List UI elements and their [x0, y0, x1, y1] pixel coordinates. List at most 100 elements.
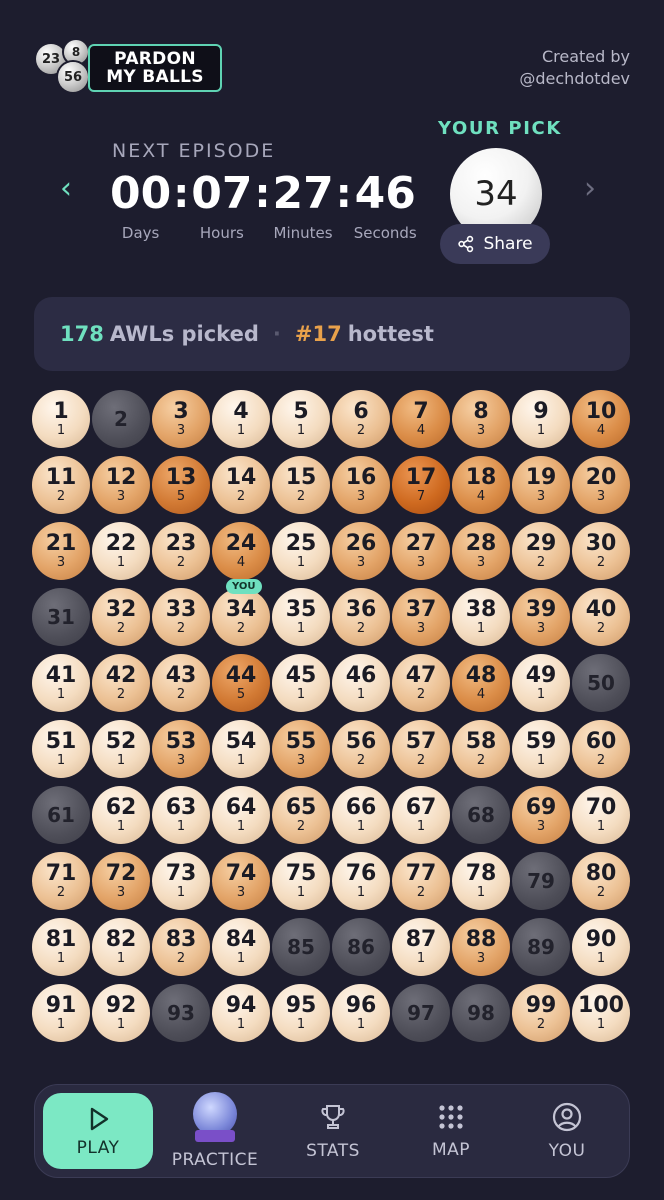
number-ball-94[interactable]: 94 1 [212, 984, 270, 1042]
number-ball-95[interactable]: 95 1 [272, 984, 330, 1042]
number-ball-55[interactable]: 55 3 [272, 720, 330, 778]
number-ball-19[interactable]: 19 3 [512, 456, 570, 514]
number-ball-38[interactable]: 38 1 [452, 588, 510, 646]
number-ball-74[interactable]: 74 3 [212, 852, 270, 910]
number-ball-25[interactable]: 25 1 [272, 522, 330, 580]
nav-stats[interactable]: STATS [283, 1085, 383, 1177]
number-ball-70[interactable]: 70 1 [572, 786, 630, 844]
number-ball-9[interactable]: 91 [512, 390, 570, 448]
number-ball-88[interactable]: 88 3 [452, 918, 510, 976]
number-ball-53[interactable]: 53 3 [152, 720, 210, 778]
number-ball-45[interactable]: 45 1 [272, 654, 330, 712]
number-ball-11[interactable]: 11 2 [32, 456, 90, 514]
number-ball-18[interactable]: 18 4 [452, 456, 510, 514]
number-ball-13[interactable]: 13 5 [152, 456, 210, 514]
number-ball-49[interactable]: 49 1 [512, 654, 570, 712]
number-ball-100[interactable]: 100 1 [572, 984, 630, 1042]
author-handle-link[interactable]: @dechdotdev [519, 68, 630, 90]
number-ball-98[interactable]: 98 [452, 984, 510, 1042]
share-button[interactable]: Share [440, 224, 550, 264]
number-ball-73[interactable]: 73 1 [152, 852, 210, 910]
chevron-right-icon[interactable]: › [584, 174, 596, 204]
number-ball-51[interactable]: 51 1 [32, 720, 90, 778]
number-ball-44[interactable]: 44 5 [212, 654, 270, 712]
number-ball-42[interactable]: 42 2 [92, 654, 150, 712]
number-ball-68[interactable]: 68 [452, 786, 510, 844]
number-ball-6[interactable]: 62 [332, 390, 390, 448]
number-ball-50[interactable]: 50 [572, 654, 630, 712]
number-ball-37[interactable]: 37 3 [392, 588, 450, 646]
number-ball-57[interactable]: 57 2 [392, 720, 450, 778]
number-ball-10[interactable]: 10 4 [572, 390, 630, 448]
app-logo[interactable]: 23 8 56 PARDON MY BALLS [36, 40, 222, 92]
number-ball-39[interactable]: 39 3 [512, 588, 570, 646]
number-ball-77[interactable]: 77 2 [392, 852, 450, 910]
number-ball-78[interactable]: 78 1 [452, 852, 510, 910]
number-ball-63[interactable]: 63 1 [152, 786, 210, 844]
number-ball-86[interactable]: 86 [332, 918, 390, 976]
number-ball-17[interactable]: 17 7 [392, 456, 450, 514]
number-ball-15[interactable]: 15 2 [272, 456, 330, 514]
number-ball-33[interactable]: 33 2 [152, 588, 210, 646]
number-ball-36[interactable]: 36 2 [332, 588, 390, 646]
number-ball-64[interactable]: 64 1 [212, 786, 270, 844]
number-ball-31[interactable]: 31 [32, 588, 90, 646]
number-ball-27[interactable]: 27 3 [392, 522, 450, 580]
number-ball-35[interactable]: 35 1 [272, 588, 330, 646]
number-ball-65[interactable]: 65 2 [272, 786, 330, 844]
number-ball-48[interactable]: 48 4 [452, 654, 510, 712]
number-ball-46[interactable]: 46 1 [332, 654, 390, 712]
number-ball-34[interactable]: 34 2 [212, 588, 270, 646]
number-ball-71[interactable]: 71 2 [32, 852, 90, 910]
number-ball-97[interactable]: 97 [392, 984, 450, 1042]
number-ball-26[interactable]: 26 3 [332, 522, 390, 580]
number-ball-66[interactable]: 66 1 [332, 786, 390, 844]
number-ball-58[interactable]: 58 2 [452, 720, 510, 778]
number-ball-59[interactable]: 59 1 [512, 720, 570, 778]
number-ball-69[interactable]: 69 3 [512, 786, 570, 844]
number-ball-84[interactable]: 84 1 [212, 918, 270, 976]
number-ball-3[interactable]: 33 [152, 390, 210, 448]
number-ball-29[interactable]: 29 2 [512, 522, 570, 580]
number-ball-7[interactable]: 74 [392, 390, 450, 448]
number-ball-21[interactable]: 21 3 [32, 522, 90, 580]
number-ball-54[interactable]: 54 1 [212, 720, 270, 778]
nav-you[interactable]: YOU [517, 1085, 617, 1177]
number-ball-75[interactable]: 75 1 [272, 852, 330, 910]
number-ball-32[interactable]: 32 2 [92, 588, 150, 646]
number-ball-76[interactable]: 76 1 [332, 852, 390, 910]
nav-map[interactable]: MAP [401, 1085, 501, 1177]
number-ball-5[interactable]: 51 [272, 390, 330, 448]
number-ball-16[interactable]: 16 3 [332, 456, 390, 514]
number-ball-82[interactable]: 82 1 [92, 918, 150, 976]
number-ball-91[interactable]: 91 1 [32, 984, 90, 1042]
number-ball-85[interactable]: 85 [272, 918, 330, 976]
number-ball-24[interactable]: 24 4 [212, 522, 270, 580]
number-ball-43[interactable]: 43 2 [152, 654, 210, 712]
chevron-left-icon[interactable]: ‹ [60, 174, 72, 204]
number-ball-72[interactable]: 72 3 [92, 852, 150, 910]
number-ball-83[interactable]: 83 2 [152, 918, 210, 976]
number-ball-28[interactable]: 28 3 [452, 522, 510, 580]
number-ball-81[interactable]: 81 1 [32, 918, 90, 976]
number-ball-22[interactable]: 22 1 [92, 522, 150, 580]
number-ball-2[interactable]: 2 [92, 390, 150, 448]
number-ball-99[interactable]: 99 2 [512, 984, 570, 1042]
number-ball-79[interactable]: 79 [512, 852, 570, 910]
number-ball-62[interactable]: 62 1 [92, 786, 150, 844]
number-ball-67[interactable]: 67 1 [392, 786, 450, 844]
number-ball-1[interactable]: 11 [32, 390, 90, 448]
number-ball-41[interactable]: 41 1 [32, 654, 90, 712]
number-ball-20[interactable]: 20 3 [572, 456, 630, 514]
number-ball-89[interactable]: 89 [512, 918, 570, 976]
number-ball-90[interactable]: 90 1 [572, 918, 630, 976]
number-ball-93[interactable]: 93 [152, 984, 210, 1042]
number-ball-8[interactable]: 83 [452, 390, 510, 448]
number-ball-92[interactable]: 92 1 [92, 984, 150, 1042]
number-ball-56[interactable]: 56 2 [332, 720, 390, 778]
number-ball-12[interactable]: 12 3 [92, 456, 150, 514]
number-ball-61[interactable]: 61 [32, 786, 90, 844]
nav-practice[interactable]: PRACTICE [165, 1085, 265, 1177]
number-ball-80[interactable]: 80 2 [572, 852, 630, 910]
nav-play[interactable]: PLAY [43, 1093, 153, 1169]
